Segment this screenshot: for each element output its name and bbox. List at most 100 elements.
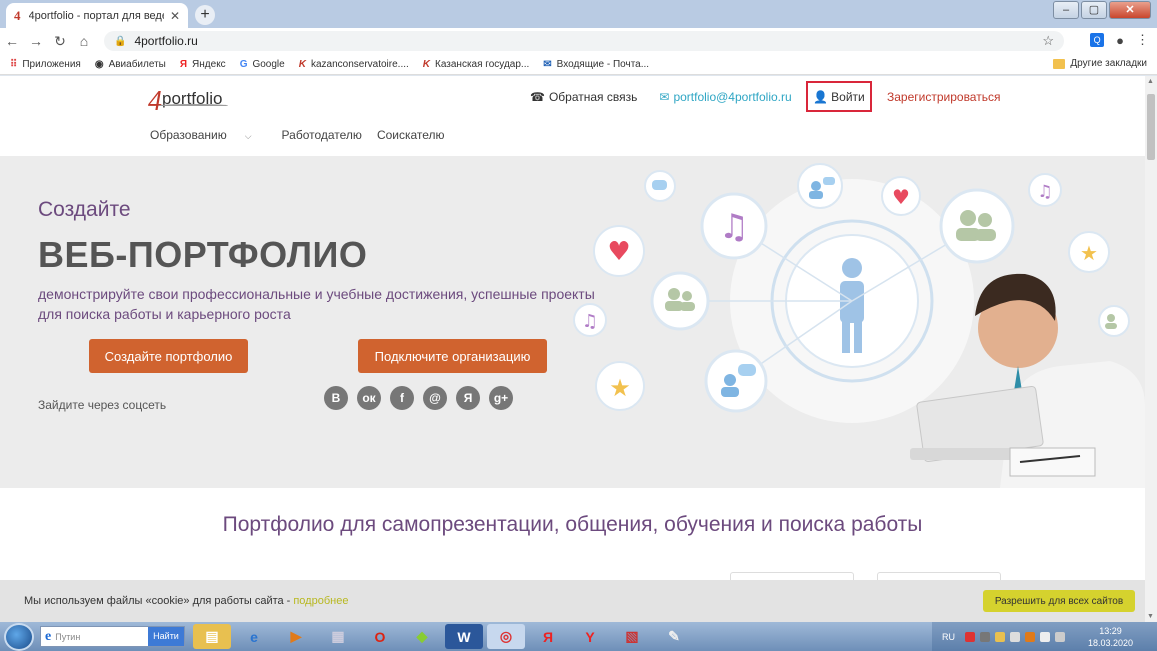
browser-toolbar: ← → ↻ ⌂ 🔒 4portfolio.ru ☆ Q ● ⋮ xyxy=(0,28,1157,54)
facebook-icon[interactable]: f xyxy=(390,386,414,410)
taskbar-search[interactable]: e Путин Найти xyxy=(40,626,185,647)
chrome-icon[interactable]: ◎ xyxy=(487,624,525,649)
scroll-up-icon[interactable]: ▲ xyxy=(1147,78,1154,85)
close-window-icon[interactable]: ✕ xyxy=(1109,1,1151,19)
hero-section: Создайте ВЕБ-ПОРТФОЛИО демонстрируйте св… xyxy=(0,156,1145,488)
register-link[interactable]: Зарегистрироваться xyxy=(887,90,1000,104)
clock-time: 13:29 xyxy=(1099,626,1122,636)
scrollbar-thumb[interactable] xyxy=(1147,94,1155,160)
cookie-accept-button[interactable]: Разрешить для всех сайтов xyxy=(983,590,1135,612)
tray-icon[interactable] xyxy=(980,631,990,642)
bookmark-star-icon[interactable]: ☆ xyxy=(1042,33,1054,49)
svg-text:♫: ♫ xyxy=(719,207,749,247)
taskbar-apps: ▤ e ▶ ▦ O ◆ W ◎ Я Y ▧ ✎ xyxy=(193,624,693,649)
odnoklassniki-icon[interactable]: ок xyxy=(357,386,381,410)
svg-text:♫: ♫ xyxy=(582,311,598,332)
maximize-icon[interactable]: ▢ xyxy=(1081,1,1107,19)
start-button[interactable] xyxy=(4,622,34,651)
pen-icon[interactable]: ✎ xyxy=(655,624,693,649)
url-text: 4portfolio.ru xyxy=(134,34,198,48)
new-tab-button[interactable]: + xyxy=(195,5,215,25)
google-plus-icon[interactable]: g+ xyxy=(489,386,513,410)
calculator-icon[interactable]: ▦ xyxy=(319,624,357,649)
address-bar[interactable]: 🔒 4portfolio.ru ☆ xyxy=(104,31,1064,51)
internet-explorer-icon[interactable]: e xyxy=(235,624,273,649)
logo-digit: 4 xyxy=(148,86,162,117)
tray-icon[interactable] xyxy=(965,631,975,642)
cookie-text: Мы используем файлы «cookie» для работы … xyxy=(24,595,291,607)
nav-seeker[interactable]: Соискателю xyxy=(377,128,445,142)
bookmark-kazanconservatoire[interactable]: Kkazanconservatoire.... xyxy=(299,59,409,70)
tray-icon[interactable] xyxy=(1025,631,1035,642)
site-logo[interactable]: 4portfolio xyxy=(148,80,228,117)
profile-icon[interactable]: ● xyxy=(1116,33,1124,48)
yandex-browser-icon[interactable]: Я xyxy=(529,624,567,649)
login-button[interactable]: 👤 Войти xyxy=(806,81,872,112)
mail-icon: ✉ xyxy=(543,58,552,70)
language-indicator[interactable]: RU xyxy=(942,632,955,642)
vk-icon[interactable]: B xyxy=(324,386,348,410)
ie-icon: e xyxy=(45,628,52,644)
opera-icon[interactable]: O xyxy=(361,624,399,649)
other-bookmarks[interactable]: Другие закладки xyxy=(1053,58,1147,69)
word-icon[interactable]: W xyxy=(445,624,483,649)
google-icon: G xyxy=(239,58,248,70)
nav-education[interactable]: Образованию ⌵ xyxy=(150,128,267,142)
k-icon: K xyxy=(298,58,306,70)
window-controls: – ▢ ✕ xyxy=(1053,1,1151,19)
forward-icon[interactable]: → xyxy=(24,33,48,49)
flag-icon[interactable] xyxy=(1040,631,1050,642)
top-nav: ☎ Обратная связь ✉ portfolio@4portfolio.ru xyxy=(530,90,814,104)
main-nav: Образованию ⌵ Работодателю Соискателю xyxy=(150,128,460,142)
cookie-more-link[interactable]: подробнее xyxy=(293,595,348,607)
nav-employer[interactable]: Работодателю xyxy=(282,128,362,142)
hero-title: ВЕБ-ПОРТФОЛИО xyxy=(38,234,368,275)
phone-icon: ☎ xyxy=(530,90,545,104)
yandex-icon[interactable]: Я xyxy=(456,386,480,410)
close-tab-icon[interactable]: ✕ xyxy=(170,9,180,23)
chevron-down-icon: ⌵ xyxy=(244,131,252,141)
bookmark-yandex[interactable]: Я Яндекс xyxy=(180,59,226,70)
k-icon: K xyxy=(422,58,431,70)
tab-title: 4portfolio - портал для ведения xyxy=(28,9,164,22)
mailru-icon[interactable]: @ xyxy=(423,386,447,410)
minimize-icon[interactable]: – xyxy=(1053,1,1079,19)
explorer-icon[interactable]: ▤ xyxy=(193,624,231,649)
menu-icon[interactable]: ⋮ xyxy=(1136,32,1149,48)
feedback-link[interactable]: ☎ Обратная связь xyxy=(530,90,637,104)
clock[interactable]: 13:29 18.03.2020 xyxy=(1088,625,1133,649)
volume-icon[interactable] xyxy=(1010,631,1020,642)
bookmark-inbox[interactable]: ✉ Входящие - Почта... xyxy=(543,59,649,70)
envelope-icon: ✉ xyxy=(659,90,670,104)
social-login-label: Зайдите через соцсеть xyxy=(38,398,167,412)
tray-icon[interactable] xyxy=(995,631,1005,642)
reload-icon[interactable]: ↻ xyxy=(48,33,72,50)
connect-organization-button[interactable]: Подключите организацию xyxy=(358,339,547,373)
create-portfolio-button[interactable]: Создайте портфолио xyxy=(89,339,248,373)
bookmark-aviabilety[interactable]: ◉ Авиабилеты xyxy=(95,59,166,70)
extension-icon[interactable]: Q xyxy=(1090,33,1105,47)
taskbar-search-button[interactable]: Найти xyxy=(148,627,184,646)
clock-date: 18.03.2020 xyxy=(1087,638,1133,648)
svg-text:♫: ♫ xyxy=(1037,182,1052,202)
cookie-banner: Мы используем файлы «cookie» для работы … xyxy=(0,580,1145,622)
bookmark-apps[interactable]: ⠿ Приложения xyxy=(10,59,81,70)
svg-text:★: ★ xyxy=(609,374,631,402)
lock-icon: 🔒 xyxy=(114,35,127,47)
apps-icon: ⠿ xyxy=(10,58,18,70)
scroll-down-icon[interactable]: ▼ xyxy=(1147,613,1154,620)
browser-tab[interactable]: 4 4portfolio - портал для ведения ✕ xyxy=(6,3,188,28)
yandex-icon[interactable]: Y xyxy=(571,624,609,649)
media-player-icon[interactable]: ▶ xyxy=(277,624,315,649)
email-link[interactable]: ✉ portfolio@4portfolio.ru xyxy=(659,90,791,104)
app-icon[interactable]: ◆ xyxy=(403,624,441,649)
hero-network-illustration: ♫ ♥ ♥ ♫ ★ ♫ ★ xyxy=(573,163,1145,488)
home-icon[interactable]: ⌂ xyxy=(72,33,96,49)
page-scrollbar[interactable]: ▲ ▼ xyxy=(1145,76,1157,622)
bookmark-kazan-gos[interactable]: K Казанская государ... xyxy=(423,59,529,70)
network-icon[interactable] xyxy=(1055,631,1065,642)
back-icon[interactable]: ← xyxy=(0,33,24,49)
paint-icon[interactable]: ▧ xyxy=(613,624,651,649)
bookmark-google[interactable]: G Google xyxy=(240,59,285,70)
taskbar-search-input[interactable]: Путин xyxy=(55,632,148,642)
